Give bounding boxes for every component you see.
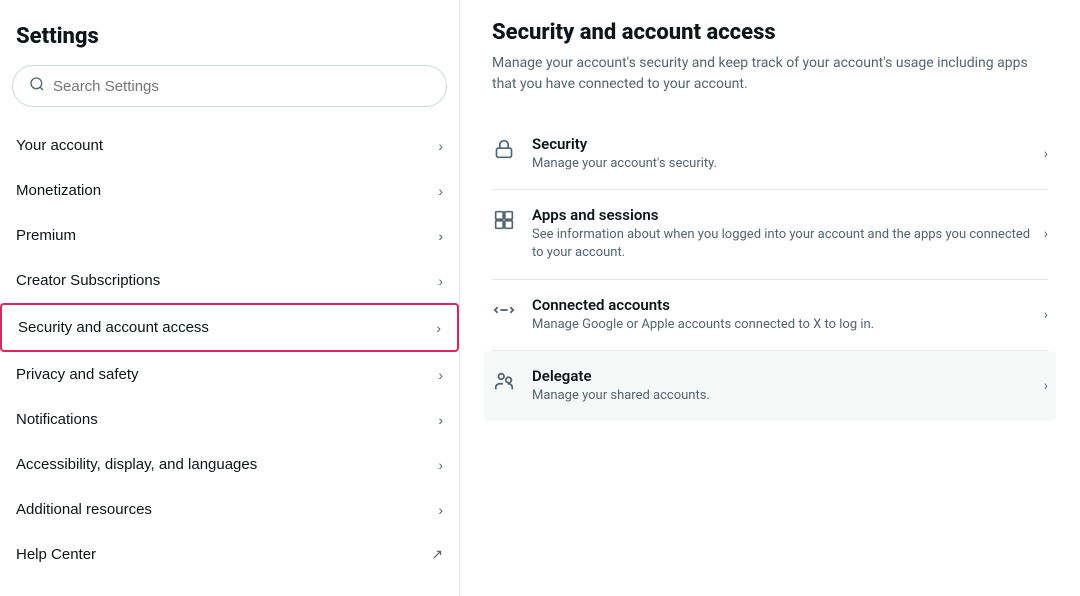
chevron-icon: › <box>438 367 443 383</box>
lock-icon <box>492 137 516 161</box>
main-content: Security and account access Manage your … <box>460 0 1080 596</box>
sidebar-item-creator-subscriptions[interactable]: Creator Subscriptions › <box>0 258 459 303</box>
delegate-icon <box>492 369 516 393</box>
chevron-icon: › <box>1044 146 1048 162</box>
chevron-icon: › <box>1044 307 1048 323</box>
page-title: Security and account access <box>492 20 1048 45</box>
sidebar-nav: Your account › Monetization › Premium › … <box>0 123 459 577</box>
connected-accounts-icon <box>492 298 516 322</box>
sidebar-item-notifications[interactable]: Notifications › <box>0 397 459 442</box>
sidebar-item-monetization[interactable]: Monetization › <box>0 168 459 213</box>
setting-name-apps: Apps and sessions <box>532 206 1044 224</box>
setting-name-security: Security <box>532 135 717 153</box>
setting-desc-apps: See information about when you logged in… <box>532 226 1044 262</box>
sidebar-item-security-and-account-access[interactable]: Security and account access › <box>0 303 459 352</box>
search-icon <box>29 76 45 96</box>
search-input[interactable] <box>53 78 430 95</box>
chevron-icon: › <box>438 457 443 473</box>
chevron-icon: › <box>436 320 441 336</box>
setting-name-delegate: Delegate <box>532 367 710 385</box>
setting-item-delegate[interactable]: Delegate Manage your shared accounts. › <box>484 351 1056 421</box>
chevron-icon: › <box>438 412 443 428</box>
setting-desc-connected: Manage Google or Apple accounts connecte… <box>532 316 874 334</box>
sidebar-item-your-account[interactable]: Your account › <box>0 123 459 168</box>
setting-desc-delegate: Manage your shared accounts. <box>532 387 710 405</box>
chevron-icon: › <box>438 183 443 199</box>
setting-item-security[interactable]: Security Manage your account's security.… <box>492 119 1048 190</box>
chevron-icon: › <box>438 228 443 244</box>
external-link-icon: ↗ <box>431 546 443 563</box>
page-subtitle: Manage your account's security and keep … <box>492 53 1048 95</box>
sidebar-item-accessibility[interactable]: Accessibility, display, and languages › <box>0 442 459 487</box>
sidebar-item-help-center[interactable]: Help Center ↗ <box>0 532 459 577</box>
chevron-icon: › <box>1044 226 1048 242</box>
setting-item-apps-and-sessions[interactable]: Apps and sessions See information about … <box>492 190 1048 279</box>
chevron-icon: › <box>438 273 443 289</box>
sidebar-item-privacy-and-safety[interactable]: Privacy and safety › <box>0 352 459 397</box>
chevron-icon: › <box>1044 378 1048 394</box>
setting-item-connected-accounts[interactable]: Connected accounts Manage Google or Appl… <box>492 280 1048 351</box>
setting-desc-security: Manage your account's security. <box>532 155 717 173</box>
sidebar-item-premium[interactable]: Premium › <box>0 213 459 258</box>
sidebar: Settings Your account › Monetization › P… <box>0 0 460 596</box>
chevron-icon: › <box>438 502 443 518</box>
apps-icon <box>492 208 516 232</box>
sidebar-title: Settings <box>0 16 459 65</box>
setting-name-connected: Connected accounts <box>532 296 874 314</box>
search-box[interactable] <box>12 65 447 107</box>
chevron-icon: › <box>438 138 443 154</box>
sidebar-item-additional-resources[interactable]: Additional resources › <box>0 487 459 532</box>
